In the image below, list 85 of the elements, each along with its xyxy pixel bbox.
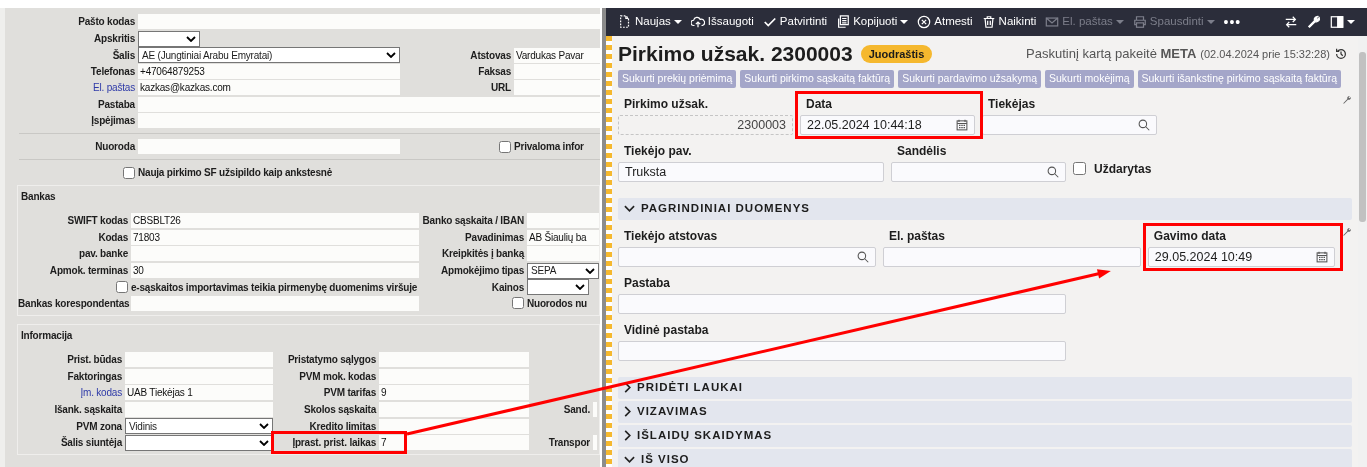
field-label: SWIFT kodas [66,214,128,228]
status-badge: Juodraštis [860,44,933,64]
field-label: El. paštas [888,227,946,245]
checkbox-label: e-sąskaitos importavimas teikia pirmenybę duomenims viršuje [131,280,419,295]
field-label: Šalis siuntėja [59,435,122,450]
field-label: Transpor [547,436,590,450]
field-label: Sandėlis [897,142,948,160]
toolbar-button[interactable]: Išsaugoti [686,11,758,33]
section-title: Bankas [21,190,56,204]
date-field[interactable]: 29.05.2024 10:49 [1147,246,1335,267]
field-label: Apmok. terminas [48,264,128,278]
more-button[interactable]: ••• [1219,9,1246,35]
field-label: URL [490,81,511,95]
text-field[interactable]: Vardukas Pavar [514,47,600,63]
text-field[interactable]: kazkas@kazkas.com [138,80,400,95]
text-field[interactable]: +47064879253 [138,63,400,79]
field-label: Šalis [111,48,135,63]
text-field[interactable]: UAB Tiekėjas 1 [125,385,273,400]
text-field[interactable]: AB Šiaulių ba [527,229,599,245]
field-label: Pirkimo užsak. [624,95,710,113]
section-header[interactable]: PRIDĖTI LAUKAI [618,376,1352,399]
section-header[interactable]: VIZAVIMAS [618,400,1352,423]
field-label: Faktoringas [66,369,122,384]
date-field[interactable]: 22.05.2024 10:44:18 [800,114,975,135]
field-label: Pavadinimas [464,230,524,245]
field-label: pav. banke [78,247,128,261]
field-label: Data [806,95,833,113]
field-label: Bankas korespondentas [18,296,128,311]
last-changed-text: Paskutinį kartą pakeitė META [1026,45,1197,64]
field-label: Prist. būdas [66,353,122,367]
field-label: Gavimo data [1153,227,1227,245]
select-field[interactable]: AE (Jungtiniai Arabu Emyratai) [138,47,400,63]
section-header[interactable]: PAGRINDINIAI DUOMENYS [618,197,1352,220]
field-label: Banko sąskaita / IBAN [422,214,524,228]
field-label: Pašto kodas [77,15,135,29]
text-field[interactable]: Truksta [618,161,884,182]
field-label: Pastaba [624,274,672,292]
section-header[interactable]: IŠ VISO [618,448,1352,467]
field-label: Įprast. prist. laikas [291,436,376,450]
field-label: Tiekėjo atstovas [624,227,719,245]
field-label: Įspėjimas [90,114,135,128]
field-label: Pastaba [97,97,135,112]
toolbar-button[interactable]: Kopijuoti [832,11,913,33]
field-label: Atstovas [469,48,511,63]
toolbar-button[interactable]: Naikinti [977,11,1041,33]
text-field[interactable]: 30 [131,263,419,278]
field-label: Kreipkitės į banką [441,247,524,261]
toolbar-button[interactable]: Patvirtinti [758,11,832,33]
field-label: Skolos sąskaita [302,402,376,417]
section-title: Informacija [21,329,73,343]
checkbox-label: Nuorodos nu [527,296,588,311]
field-label: Kredito limitas [308,419,376,434]
field-label: PVM zona [75,419,122,434]
field-label: Kainos [490,280,524,295]
field-label: Kodas [97,230,128,245]
field-label: Išank. sąskaita [53,402,122,417]
text-field[interactable]: 71803 [131,229,419,245]
checkbox-label: Uždarytas [1094,160,1152,178]
field-link[interactable]: El. paštas [7,80,135,95]
field-link[interactable]: Įm. kodas [18,385,122,400]
select-field[interactable]: Vidinis [125,418,273,434]
field-label: PVM mok. kodas [298,369,376,384]
field-label: Tiekėjo pav. [624,142,693,160]
readonly-field: 2300003 [618,114,793,135]
toolbar-button[interactable]: Naujas [614,11,686,33]
field-label: Pristatymo sąlygos [286,353,376,367]
field-label: Apskritis [93,32,135,46]
section-header[interactable]: IŠLAIDŲ SKAIDYMAS [618,424,1352,447]
field-label: Nuoroda [94,140,135,154]
toolbar-button[interactable]: Atmesti [913,11,977,33]
field-label: Telefonas [89,64,135,79]
text-field[interactable]: 7 [379,435,529,450]
text-field[interactable]: 9 [379,385,529,400]
text-field[interactable]: CBSBLT26 [131,213,419,228]
last-changed-date: (02.04.2024 prie 15:32:28) [1200,46,1330,62]
checkbox-label: Nauja pirkimo SF užsipildo kaip ankstesnė [138,166,334,180]
field-label: Vidinė pastaba [624,321,710,339]
checkbox-label: Privaloma infor [514,140,585,154]
field-label: Apmokėjimo tipas [440,264,524,278]
field-label: Sand. [562,402,590,417]
select-field[interactable]: SEPA [527,262,599,279]
page-title: Pirkimo užsak. 2300003 [618,42,853,67]
field-label: Tiekėjas [988,95,1037,113]
field-label: Faksas [477,64,511,79]
field-label: PVM tarifas [322,386,376,400]
